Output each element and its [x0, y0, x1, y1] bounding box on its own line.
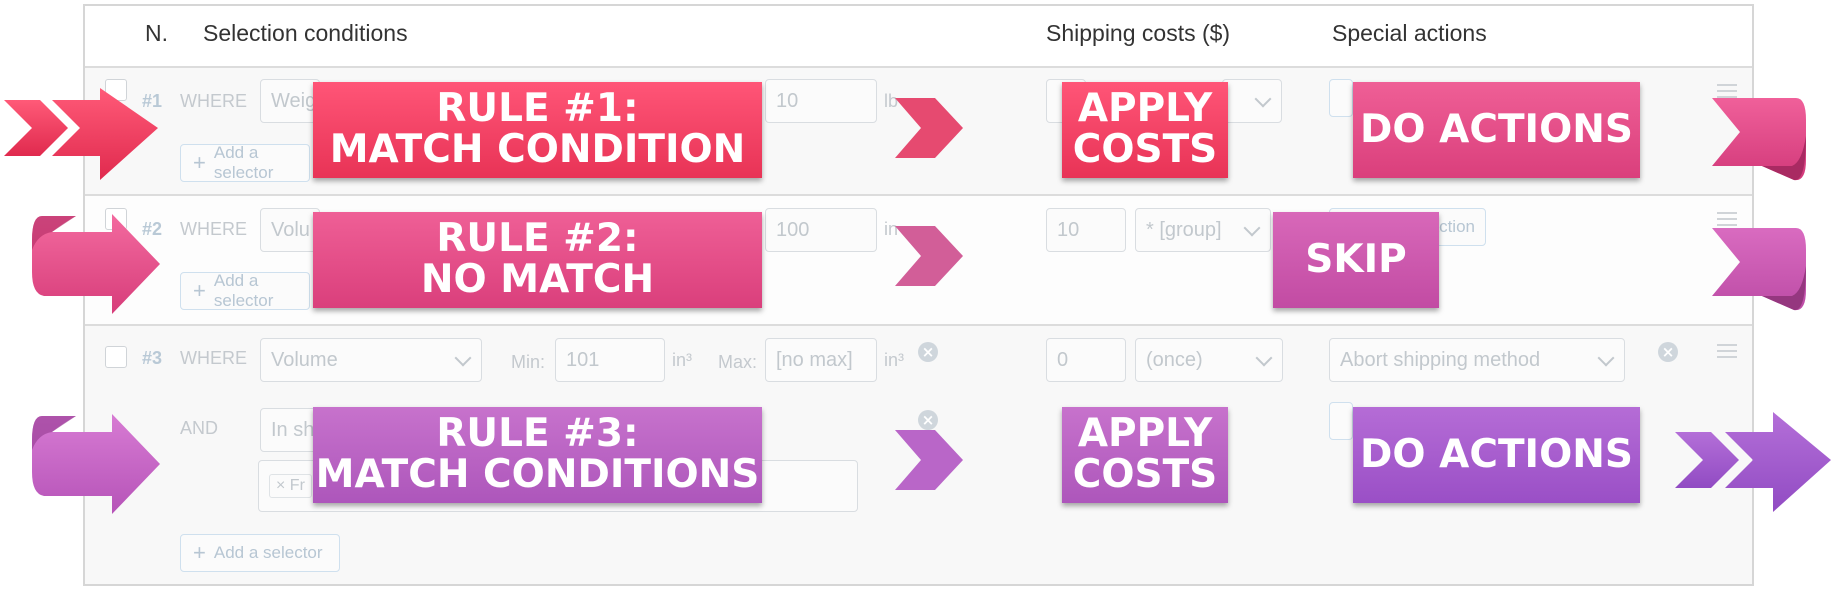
- remove-selector-icon[interactable]: ×: [918, 410, 938, 430]
- min-input[interactable]: 101: [555, 338, 665, 382]
- where-label: WHERE: [180, 348, 247, 368]
- banner-line: APPLY: [1077, 411, 1213, 457]
- add-selector-label: Add a selector: [213, 271, 274, 310]
- tag-chip: × Fr: [269, 474, 312, 498]
- chevron-down-icon: [1597, 349, 1615, 367]
- cost-input[interactable]: 10: [1046, 208, 1126, 252]
- apply-costs-banner: APPLY COSTS: [1062, 82, 1228, 178]
- max-input[interactable]: 100: [765, 208, 877, 252]
- banner-line: DO ACTIONS: [1360, 431, 1633, 477]
- unit-label: in³: [672, 350, 693, 370]
- plus-icon: +: [193, 278, 206, 303]
- apply-costs-banner: APPLY COSTS: [1062, 407, 1228, 503]
- banner-line: COSTS: [1072, 452, 1218, 497]
- plus-icon: +: [193, 540, 206, 565]
- do-actions-banner: DO ACTIONS: [1353, 407, 1640, 503]
- column-header-conditions: Selection conditions: [203, 20, 408, 46]
- action-value: Abort shipping method: [1340, 348, 1541, 371]
- max-value: 100: [776, 218, 810, 241]
- double-chevron-arrow-icon: [1675, 412, 1831, 512]
- max-input[interactable]: [no max]: [765, 338, 877, 382]
- add-selector-label: Add a selector: [213, 543, 323, 562]
- max-placeholder: [no max]: [776, 348, 853, 371]
- selector-value: In sh: [271, 418, 315, 441]
- ribbon-arrow-icon: [1712, 228, 1806, 311]
- add-selector-button[interactable]: + Add a selector: [180, 534, 340, 572]
- selector-value: Volu: [271, 218, 310, 241]
- where-label: WHERE: [180, 91, 247, 111]
- banner-line: MATCH CONDITIONS: [315, 452, 760, 497]
- rule-number: #3: [142, 348, 163, 368]
- max-value: 10: [776, 89, 799, 112]
- cost-mode-dropdown[interactable]: (once): [1135, 338, 1283, 382]
- double-chevron-arrow-icon: [4, 88, 158, 180]
- unit-label: in³: [884, 350, 905, 370]
- selector-dropdown[interactable]: Weig: [260, 79, 320, 123]
- chevron-right-icon: [895, 226, 963, 286]
- cost-value: 0: [1057, 348, 1069, 371]
- banner-line: RULE #2:: [436, 216, 639, 262]
- cost-mode-value: (once): [1146, 348, 1203, 371]
- ribbon-arrow-icon: [32, 414, 160, 514]
- ribbon-arrow-icon: [1712, 98, 1806, 181]
- and-label: AND: [180, 418, 219, 438]
- chevron-down-icon: [1255, 349, 1273, 367]
- min-value: 101: [566, 348, 600, 371]
- cost-mode-dropdown[interactable]: * [group]: [1135, 208, 1271, 252]
- action-dropdown[interactable]: Abort shipping method: [1329, 338, 1625, 382]
- rule2-banner: RULE #2: NO MATCH: [313, 212, 762, 308]
- add-action-button[interactable]: [1329, 402, 1353, 440]
- min-label: Min:: [511, 352, 546, 372]
- row-checkbox[interactable]: [105, 346, 127, 368]
- cost-input[interactable]: 0: [1046, 338, 1126, 382]
- banner-line: COSTS: [1072, 127, 1218, 172]
- rule1-banner: RULE #1: MATCH CONDITION: [313, 82, 762, 178]
- chevron-right-icon: [895, 430, 963, 490]
- rule3-banner: RULE #3: MATCH CONDITIONS: [313, 407, 762, 503]
- selector-value: Weig: [271, 89, 317, 112]
- column-header-number: N.: [145, 20, 168, 46]
- max-input[interactable]: 10: [765, 79, 877, 123]
- add-action-button[interactable]: [1329, 79, 1353, 117]
- ribbon-arrow-icon: [32, 214, 160, 314]
- selector-value: Volume: [271, 348, 338, 371]
- do-actions-banner: DO ACTIONS: [1353, 82, 1640, 178]
- chevron-right-icon: [895, 98, 963, 158]
- cost-mode-value: * [group]: [1146, 218, 1222, 241]
- column-header-costs: Shipping costs ($): [1046, 20, 1231, 46]
- drag-handle-icon[interactable]: [1717, 344, 1737, 362]
- banner-line: SKIP: [1305, 236, 1407, 282]
- remove-action-icon[interactable]: ×: [1658, 342, 1678, 362]
- cost-value: 10: [1057, 218, 1080, 241]
- skip-banner: SKIP: [1273, 212, 1439, 308]
- banner-line: RULE #1:: [436, 86, 639, 132]
- selector-dropdown[interactable]: Volume: [260, 338, 482, 382]
- remove-selector-icon[interactable]: ×: [918, 342, 938, 362]
- add-selector-label: Add a selector: [213, 143, 274, 182]
- banner-line: RULE #3:: [436, 411, 639, 457]
- selector-dropdown[interactable]: Volu: [260, 208, 320, 252]
- plus-icon: +: [193, 150, 206, 175]
- max-label: Max:: [718, 352, 758, 372]
- column-header-actions: Special actions: [1332, 20, 1487, 46]
- banner-line: APPLY: [1077, 86, 1213, 132]
- chevron-down-icon: [454, 349, 472, 367]
- chevron-down-icon: [1243, 219, 1261, 237]
- chevron-down-icon: [1254, 90, 1272, 108]
- banner-line: DO ACTIONS: [1360, 106, 1633, 152]
- add-selector-button[interactable]: + Add a selector: [180, 143, 310, 182]
- banner-line: MATCH CONDITION: [329, 127, 746, 172]
- banner-line: NO MATCH: [420, 257, 655, 302]
- selector-dropdown-2[interactable]: In sh: [260, 408, 320, 452]
- where-label: WHERE: [180, 219, 247, 239]
- add-selector-button[interactable]: + Add a selector: [180, 271, 310, 310]
- cost-mode-dropdown[interactable]: [1222, 79, 1282, 123]
